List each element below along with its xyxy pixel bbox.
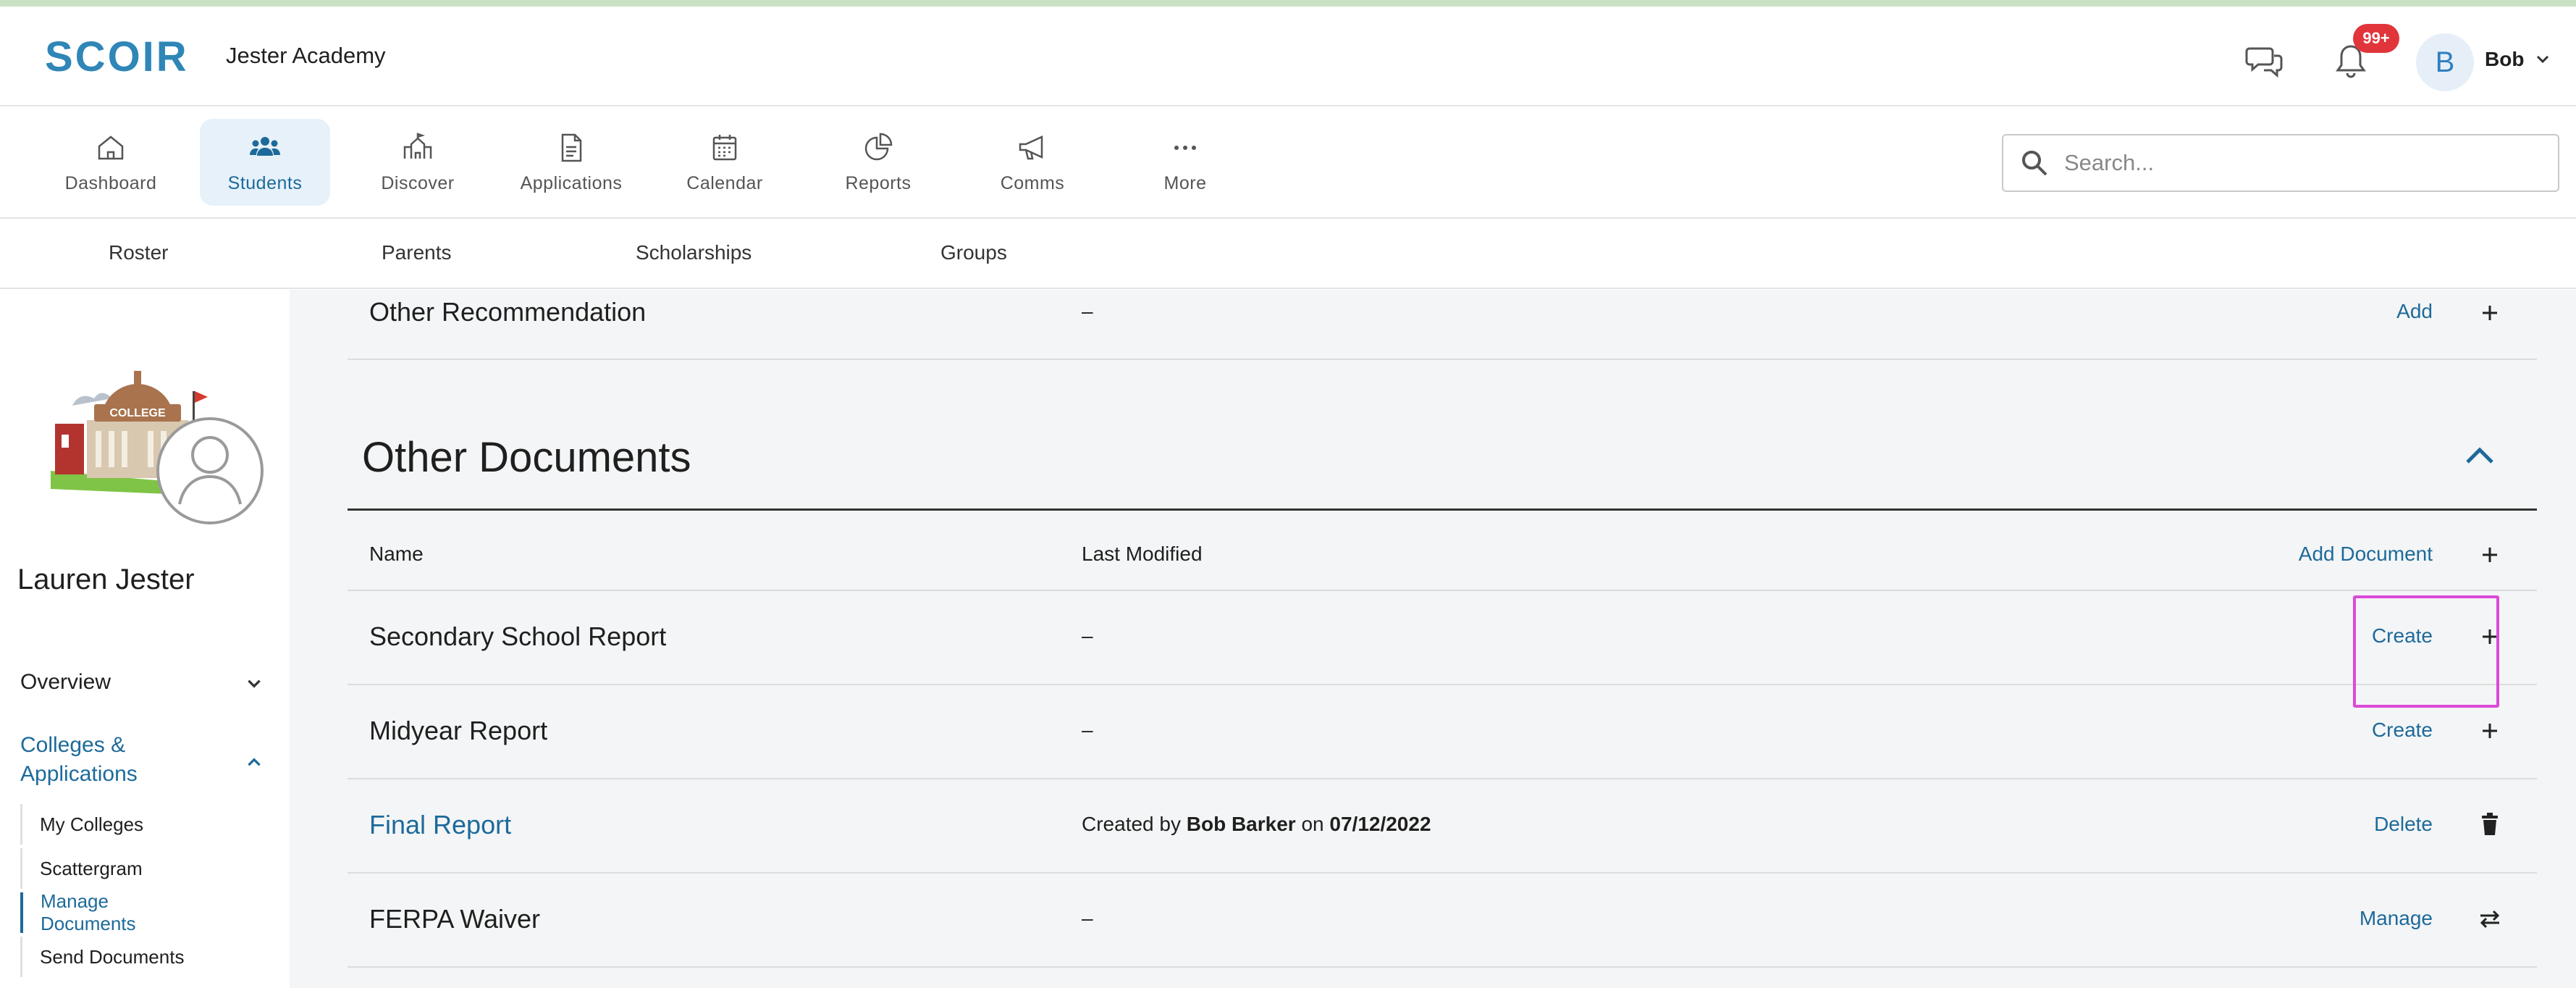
subnav-roster[interactable]: Roster <box>109 241 168 264</box>
column-header-name: Name <box>369 543 424 565</box>
sidebar-item-scattergram[interactable]: Scattergram <box>20 848 209 889</box>
home-icon <box>98 135 124 159</box>
chevron-down-icon[interactable] <box>245 674 264 692</box>
modified-by: Bob Barker <box>1186 813 1296 835</box>
sidebar-item-my-colleges[interactable]: My Colleges <box>20 804 209 845</box>
nav-label: Applications <box>520 172 623 193</box>
document-icon <box>561 133 582 162</box>
chevron-up-icon[interactable] <box>245 753 264 772</box>
subnav-groups[interactable]: Groups <box>940 241 1007 264</box>
plus-icon[interactable] <box>2478 301 2502 325</box>
table-header: Name Last Modified Add Document <box>348 511 2537 591</box>
sidebar-colleges-line1: Colleges & <box>20 733 126 757</box>
nav-applications[interactable]: Applications <box>506 119 636 206</box>
document-name: Secondary School Report <box>369 621 667 651</box>
more-icon <box>1174 145 1196 150</box>
student-sidebar: COLLEGE Lauren Jester Overview Colleges … <box>0 290 290 988</box>
search-box[interactable] <box>2002 134 2559 192</box>
nav-label: More <box>1163 172 1207 193</box>
create-button[interactable]: Create <box>2372 719 2433 742</box>
school-name: Jester Academy <box>226 43 386 68</box>
plus-icon[interactable] <box>2478 719 2502 743</box>
main-nav: Dashboard Students Discover Applications… <box>0 107 2576 219</box>
sidebar-colleges-line2: Applications <box>20 762 138 786</box>
nav-reports[interactable]: Reports <box>813 119 943 206</box>
table-row: FERPA Waiver – Manage <box>348 874 2537 968</box>
swap-icon[interactable] <box>2478 907 2502 932</box>
sidebar-colleges-applications[interactable]: Colleges & Applications <box>20 733 138 787</box>
subnav-scholarships[interactable]: Scholarships <box>636 241 752 264</box>
notification-badge: 99+ <box>2353 24 2399 53</box>
document-name: Other Recommendation <box>369 297 647 327</box>
modified-prefix: Created by <box>1082 813 1187 835</box>
documents-content: Other Recommendation – Add Other Documen… <box>290 290 2576 988</box>
last-modified: – <box>1082 907 1093 929</box>
manage-button[interactable]: Manage <box>2360 907 2433 930</box>
modified-date: 07/12/2022 <box>1329 813 1431 835</box>
sub-nav: Roster Parents Scholarships Groups <box>0 219 2576 289</box>
section-title: Other Documents <box>362 434 691 481</box>
users-icon <box>250 136 280 156</box>
chat-icon[interactable] <box>2243 41 2286 82</box>
nav-students[interactable]: Students <box>200 119 330 206</box>
add-document-button[interactable]: Add Document <box>2299 543 2433 566</box>
delete-button[interactable]: Delete <box>2374 813 2433 836</box>
nav-label: Comms <box>1000 172 1065 193</box>
column-header-last-modified: Last Modified <box>1082 543 1203 565</box>
last-modified: – <box>1082 300 1093 322</box>
svg-text:COLLEGE: COLLEGE <box>109 407 166 419</box>
nav-calendar[interactable]: Calendar <box>660 119 790 206</box>
nav-more[interactable]: More <box>1120 119 1250 206</box>
document-name: Midyear Report <box>369 716 548 745</box>
add-button[interactable]: Add <box>2396 300 2433 323</box>
table-row: Final Report Created by Bob Barker on 07… <box>348 779 2537 874</box>
megaphone-icon <box>1019 135 1043 159</box>
top-accent-line <box>0 0 2576 7</box>
trash-icon[interactable] <box>2478 812 2502 837</box>
last-modified: – <box>1082 624 1093 647</box>
pie-chart-icon <box>864 133 893 160</box>
user-name[interactable]: Bob <box>2485 48 2524 71</box>
search-input[interactable] <box>2064 150 2527 176</box>
chevron-up-icon[interactable] <box>2462 440 2498 469</box>
table-row: Other Recommendation – Add <box>348 290 2537 360</box>
sidebar-overview[interactable]: Overview <box>20 670 111 695</box>
app-header: SCOIR Jester Academy 99+ B Bob <box>0 7 2576 106</box>
highlight-box <box>2353 595 2499 708</box>
building-icon <box>403 132 432 159</box>
sidebar-item-send-documents[interactable]: Send Documents <box>20 937 209 977</box>
chevron-down-icon[interactable] <box>2534 50 2551 67</box>
nav-discover[interactable]: Discover <box>353 119 483 206</box>
calendar-icon <box>712 134 737 160</box>
scoir-logo[interactable]: SCOIR <box>45 35 189 79</box>
last-modified: – <box>1082 719 1093 741</box>
sidebar-item-manage-documents[interactable]: Manage Documents <box>20 890 209 934</box>
table-row: Secondary School Report – Create <box>348 591 2537 685</box>
plus-icon[interactable] <box>2478 543 2502 567</box>
nav-label: Reports <box>845 172 912 193</box>
subnav-parents[interactable]: Parents <box>382 241 452 264</box>
college-illustration: COLLEGE <box>51 371 264 524</box>
nav-label: Discover <box>381 172 455 193</box>
search-icon <box>2022 151 2047 176</box>
document-name-link[interactable]: Final Report <box>369 810 511 840</box>
student-name: Lauren Jester <box>17 564 195 595</box>
nav-label: Dashboard <box>64 172 157 193</box>
nav-label: Calendar <box>686 172 763 193</box>
nav-label: Students <box>227 172 303 193</box>
nav-dashboard[interactable]: Dashboard <box>46 119 176 206</box>
modified-mid: on <box>1295 813 1330 835</box>
nav-comms[interactable]: Comms <box>967 119 1098 206</box>
document-name: FERPA Waiver <box>369 904 541 934</box>
table-row: Midyear Report – Create <box>348 685 2537 779</box>
logo-text: SCOIR <box>45 33 189 80</box>
last-modified: Created by Bob Barker on 07/12/2022 <box>1082 813 1431 836</box>
avatar[interactable]: B <box>2416 33 2474 91</box>
